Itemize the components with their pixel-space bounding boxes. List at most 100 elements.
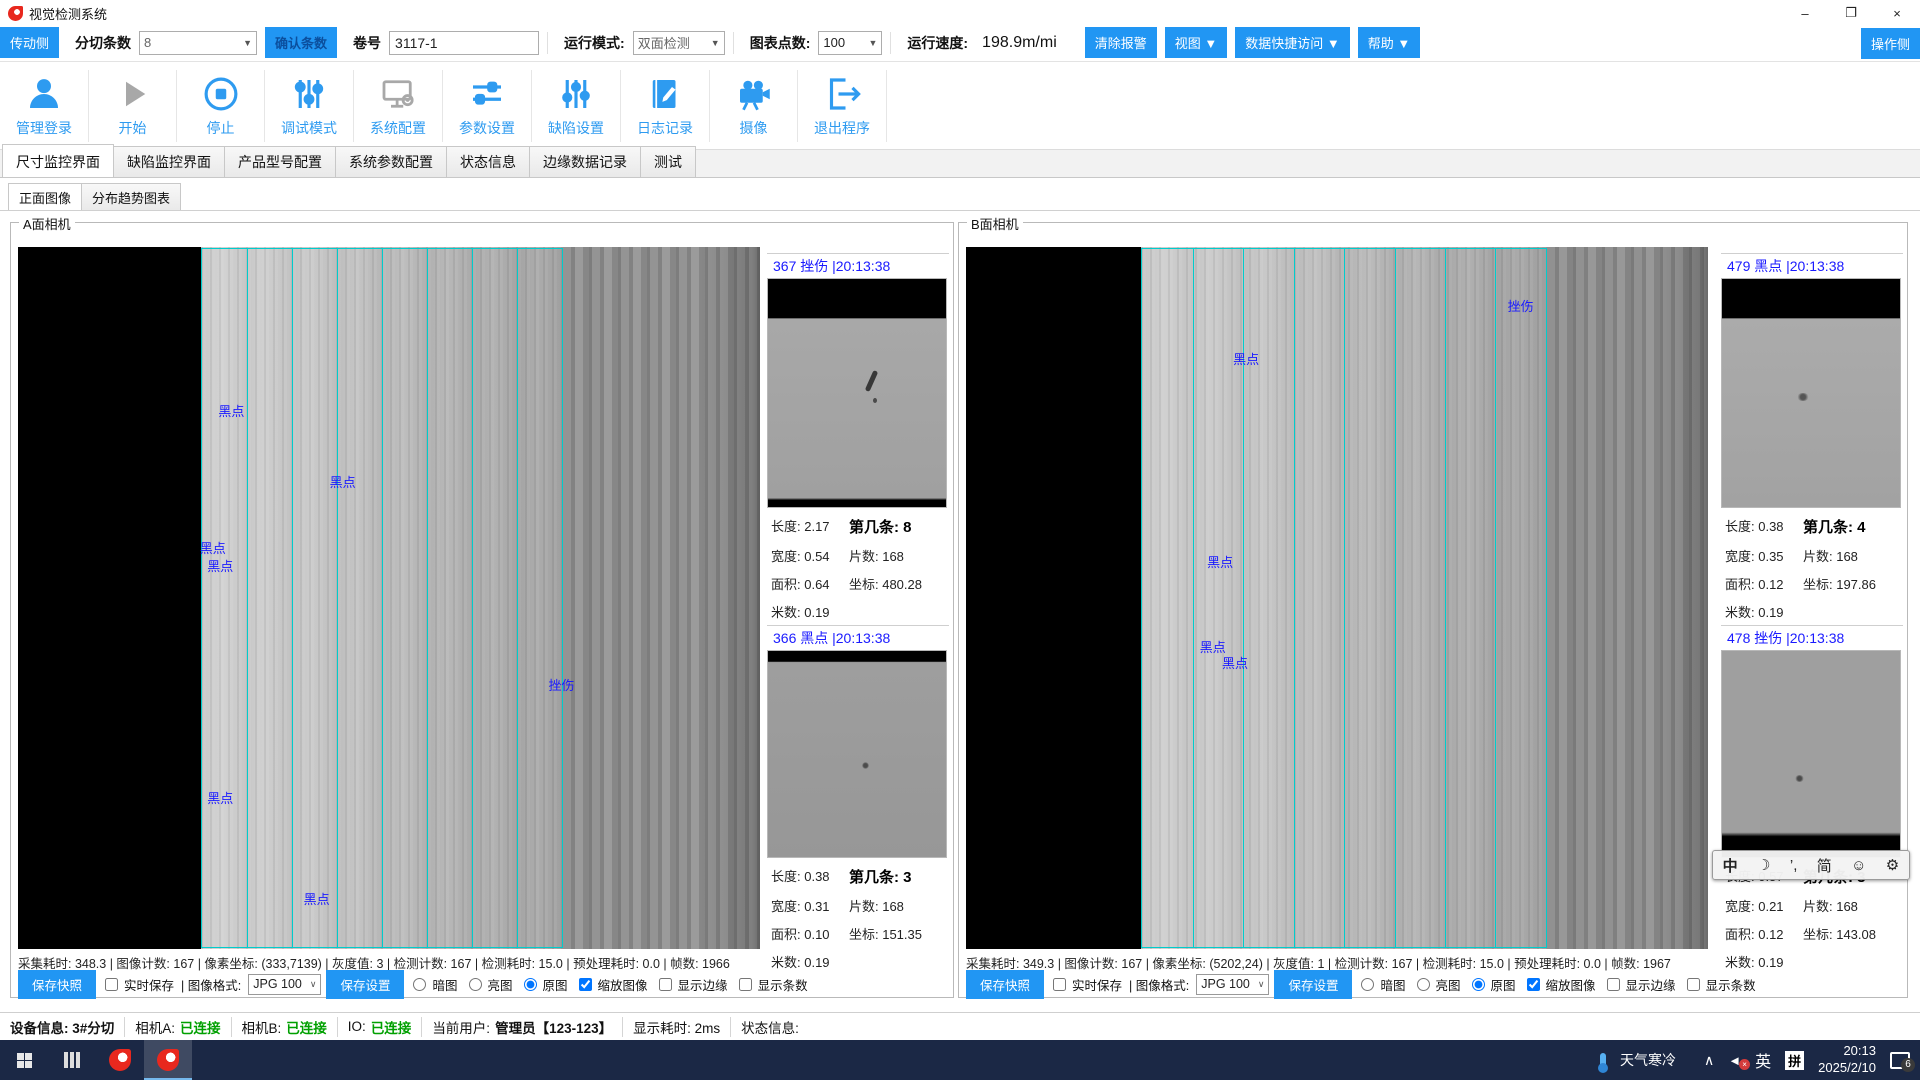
tab-size-monitor[interactable]: 尺寸监控界面 <box>2 144 114 177</box>
ime-punctuation-button[interactable]: ’, <box>1790 857 1798 874</box>
clear-alarm-button[interactable]: 清除报警 <box>1085 27 1157 58</box>
notification-center-icon[interactable]: 6 <box>1890 1052 1910 1069</box>
run-mode-label: 运行模式: <box>564 33 625 53</box>
camera-b-image[interactable]: 挫伤 黑点 黑点 黑点 黑点 <box>966 247 1708 949</box>
drive-side-button[interactable]: 传动侧 <box>0 27 59 58</box>
tab-status-info[interactable]: 状态信息 <box>446 146 530 177</box>
language-indicator[interactable]: 英 <box>1755 1048 1771 1072</box>
view-menu-button[interactable]: 视图 ▼ <box>1165 27 1227 58</box>
confirm-count-button[interactable]: 确认条数 <box>265 27 337 58</box>
taskbar: 天气寒冷 ∧ ◄ × 英 拼 20:13 2025/2/10 6 <box>0 1040 1920 1080</box>
ime-simplified-button[interactable]: 简 <box>1817 855 1832 876</box>
zoom-image-checkbox[interactable] <box>579 978 592 991</box>
camera-a-image[interactable]: 黑点 黑点 黑点 黑点 挫伤 黑点 黑点 <box>18 247 760 949</box>
minimize-button[interactable]: – <box>1782 0 1828 26</box>
defect-mark: 挫伤 <box>1508 296 1534 315</box>
camera-record-button[interactable]: 摄像 <box>710 70 798 142</box>
show-count-checkbox[interactable] <box>739 978 752 991</box>
clock-time: 20:13 <box>1818 1043 1876 1060</box>
taskbar-clock[interactable]: 20:13 2025/2/10 <box>1818 1043 1876 1077</box>
app-window: 视觉检测系统 – ❐ × 传动侧 分切条数 8▼ 确认条数 卷号 运行模式: 双… <box>0 0 1920 1080</box>
zoom-image-checkbox[interactable] <box>1527 978 1540 991</box>
ime-moon-icon[interactable]: ☽ <box>1757 856 1770 874</box>
start-button[interactable] <box>0 1040 48 1080</box>
main-toolbar: 传动侧 分切条数 8▼ 确认条数 卷号 运行模式: 双面检测▼ 图表点数: 10… <box>0 26 1920 62</box>
help-menu-button[interactable]: 帮助 ▼ <box>1358 27 1420 58</box>
save-snapshot-button[interactable]: 保存快照 <box>966 970 1044 999</box>
defect-stats: 长度: 0.38第几条: 3 宽度: 0.31片数: 168 面积: 0.10坐… <box>767 858 949 971</box>
exit-icon <box>821 73 863 115</box>
close-button[interactable]: × <box>1874 0 1920 26</box>
slit-count-select[interactable]: 8▼ <box>139 31 257 55</box>
status-badge: 已连接 <box>371 1017 412 1037</box>
defect-card[interactable]: 367 挫伤 |20:13:38 长度: 2.17第几条: 8 宽度: 0.54… <box>767 253 949 621</box>
defect-card[interactable]: 478 挫伤 |20:13:38 长度: 0.57第几条: 3 宽度: 0.21… <box>1721 625 1903 971</box>
tab-product-model[interactable]: 产品型号配置 <box>224 146 336 177</box>
speaker-muted-icon[interactable]: ◄ × <box>1728 1053 1741 1068</box>
bright-image-radio[interactable] <box>469 978 482 991</box>
task-view-button[interactable] <box>48 1040 96 1080</box>
pinyin-indicator[interactable]: 拼 <box>1785 1051 1804 1070</box>
dark-image-radio[interactable] <box>413 978 426 991</box>
speed-value: 198.9m/mi <box>976 32 1063 54</box>
ime-mode-button[interactable]: 中 <box>1723 855 1738 876</box>
display-time: 显示耗时: 2ms <box>623 1017 731 1037</box>
exit-program-button[interactable]: 退出程序 <box>798 70 887 142</box>
save-settings-button[interactable]: 保存设置 <box>1274 970 1352 999</box>
realtime-save-checkbox[interactable] <box>105 978 118 991</box>
original-image-radio[interactable] <box>1472 978 1485 991</box>
operate-side-button[interactable]: 操作侧 <box>1861 28 1920 59</box>
maximize-button[interactable]: ❐ <box>1828 0 1874 26</box>
admin-login-button[interactable]: 管理登录 <box>0 70 89 142</box>
image-format-select[interactable]: JPG 100∨ <box>1196 974 1269 995</box>
tab-system-params[interactable]: 系统参数配置 <box>335 146 447 177</box>
tray-expand-chevron[interactable]: ∧ <box>1704 1052 1714 1069</box>
dark-image-radio[interactable] <box>1361 978 1374 991</box>
tab-defect-monitor[interactable]: 缺陷监控界面 <box>113 146 225 177</box>
chevron-down-icon: ∨ <box>310 979 317 990</box>
sliders-horizontal-icon <box>466 73 508 115</box>
ime-settings-gear-icon[interactable]: ⚙ <box>1886 856 1899 874</box>
defect-card[interactable]: 366 黑点 |20:13:38 长度: 0.38第几条: 3 宽度: 0.31… <box>767 625 949 971</box>
show-edge-checkbox[interactable] <box>1607 978 1620 991</box>
save-snapshot-button[interactable]: 保存快照 <box>18 970 96 999</box>
main-tab-bar: 尺寸监控界面 缺陷监控界面 产品型号配置 系统参数配置 状态信息 边缘数据记录 … <box>0 150 1920 178</box>
ime-emoji-button[interactable]: ☺ <box>1851 857 1866 874</box>
quick-data-menu-button[interactable]: 数据快捷访问 ▼ <box>1235 27 1349 58</box>
toolbar-separator <box>547 32 548 54</box>
stop-button[interactable]: 停止 <box>177 70 265 142</box>
subtab-trend-chart[interactable]: 分布趋势图表 <box>81 183 181 211</box>
toolbar-separator <box>890 32 891 54</box>
task-view-icon <box>64 1052 80 1068</box>
system-tray: 天气寒冷 ∧ ◄ × 英 拼 20:13 2025/2/10 6 <box>1600 1040 1920 1080</box>
window-title: 视觉检测系统 <box>29 4 107 23</box>
debug-mode-button[interactable]: 调试模式 <box>265 70 354 142</box>
log-record-button[interactable]: 日志记录 <box>621 70 710 142</box>
defect-card[interactable]: 479 黑点 |20:13:38 长度: 0.38第几条: 4 宽度: 0.35… <box>1721 253 1903 621</box>
image-format-select[interactable]: JPG 100∨ <box>248 974 321 995</box>
param-settings-button[interactable]: 参数设置 <box>443 70 532 142</box>
system-config-button[interactable]: 系统配置 <box>354 70 443 142</box>
defect-mark: 黑点 <box>207 788 233 807</box>
defect-settings-button[interactable]: 缺陷设置 <box>532 70 621 142</box>
tab-content: 正面图像 分布趋势图表 A面相机 黑点 黑点 黑点 黑点 挫伤 <box>0 178 1920 1012</box>
monitor-gear-icon <box>377 73 419 115</box>
realtime-save-checkbox[interactable] <box>1053 978 1066 991</box>
weather-text[interactable]: 天气寒冷 <box>1620 1050 1676 1070</box>
show-count-checkbox[interactable] <box>1687 978 1700 991</box>
roll-number-input[interactable] <box>389 31 539 55</box>
save-settings-button[interactable]: 保存设置 <box>326 970 404 999</box>
bright-image-radio[interactable] <box>1417 978 1430 991</box>
original-image-radio[interactable] <box>524 978 537 991</box>
subtab-front-image[interactable]: 正面图像 <box>8 183 82 211</box>
chart-points-select[interactable]: 100▼ <box>818 31 882 55</box>
start-button[interactable]: 开始 <box>89 70 177 142</box>
chart-points-label: 图表点数: <box>750 33 811 53</box>
taskbar-app-1[interactable] <box>96 1040 144 1080</box>
defect-card-header: 367 挫伤 |20:13:38 <box>767 253 949 278</box>
run-mode-select[interactable]: 双面检测▼ <box>633 31 725 55</box>
show-edge-checkbox[interactable] <box>659 978 672 991</box>
tab-edge-data[interactable]: 边缘数据记录 <box>529 146 641 177</box>
taskbar-app-2-active[interactable] <box>144 1040 192 1080</box>
tab-test[interactable]: 测试 <box>640 146 696 177</box>
